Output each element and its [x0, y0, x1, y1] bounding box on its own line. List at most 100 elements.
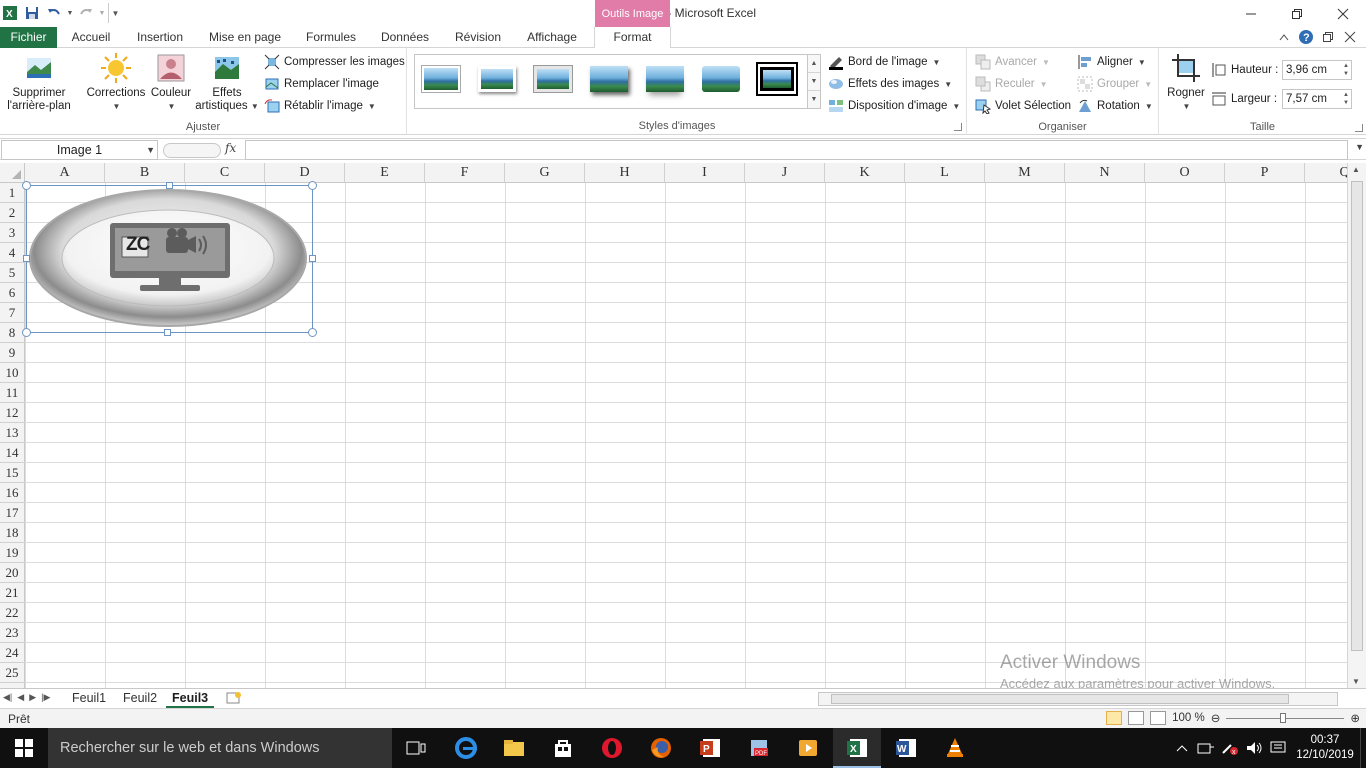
excel-app-icon[interactable]: X [0, 3, 20, 23]
scroll-up-icon[interactable]: ▲ [1352, 165, 1360, 174]
row-header-6[interactable]: 6 [0, 283, 25, 303]
zoom-slider[interactable] [1226, 711, 1345, 725]
row-header-17[interactable]: 17 [0, 503, 25, 523]
width-input[interactable]: 7,57 cm ▲ ▼ [1282, 89, 1352, 109]
replace-image-button[interactable]: Remplacer l'image [264, 74, 379, 94]
column-header-f[interactable]: F [425, 163, 505, 183]
select-all-button[interactable] [0, 163, 25, 183]
row-header-16[interactable]: 16 [0, 483, 25, 503]
row-header-25[interactable]: 25 [0, 663, 25, 683]
style-thumb-1[interactable] [420, 62, 462, 96]
row-header-14[interactable]: 14 [0, 443, 25, 463]
row-header-15[interactable]: 15 [0, 463, 25, 483]
reset-image-button[interactable]: Rétablir l'image ▼ [264, 96, 376, 116]
style-thumb-6[interactable] [700, 62, 742, 96]
row-header-11[interactable]: 11 [0, 383, 25, 403]
row-header-18[interactable]: 18 [0, 523, 25, 543]
last-sheet-icon[interactable]: |▶ [41, 692, 50, 703]
style-thumb-3[interactable] [532, 62, 574, 96]
column-header-e[interactable]: E [345, 163, 425, 183]
resize-handle-nw[interactable] [22, 181, 31, 190]
column-header-h[interactable]: H [585, 163, 665, 183]
zoom-level[interactable]: 100 % [1172, 712, 1205, 724]
tab-insertion[interactable]: Insertion [128, 27, 192, 48]
minimize-ribbon-icon[interactable] [1276, 29, 1292, 45]
tab-donnees[interactable]: Données [372, 27, 438, 48]
taskbar-search[interactable]: Rechercher sur le web et dans Windows [48, 728, 392, 768]
volume-icon[interactable] [1242, 728, 1266, 768]
row-header-13[interactable]: 13 [0, 423, 25, 443]
vertical-scrollbar[interactable]: ▲ ▼ [1347, 163, 1366, 688]
column-header-q[interactable]: Q [1305, 163, 1347, 183]
name-box[interactable]: Image 1 ▼ [1, 140, 158, 160]
word-icon[interactable]: W [882, 728, 930, 768]
horizontal-scroll-thumb[interactable] [831, 694, 1289, 704]
zoom-slider-knob[interactable] [1280, 713, 1287, 723]
style-thumb-2[interactable] [476, 62, 518, 96]
column-header-m[interactable]: M [985, 163, 1065, 183]
rotate-button[interactable]: Rotation ▼ [1077, 96, 1153, 116]
customize-qat-icon[interactable]: ▼ [108, 3, 122, 23]
tab-revision[interactable]: Révision [446, 27, 510, 48]
redo-icon[interactable] [76, 3, 96, 23]
formula-input[interactable] [245, 140, 1348, 160]
tab-mise-en-page[interactable]: Mise en page [200, 27, 290, 48]
close-workbook-icon[interactable] [1342, 29, 1358, 45]
picture-border-button[interactable]: Bord de l'image ▼ [828, 52, 940, 72]
task-view-icon[interactable] [392, 728, 440, 768]
crop-button[interactable]: Rogner ▼ [1163, 52, 1209, 113]
row-header-5[interactable]: 5 [0, 263, 25, 283]
horizontal-scrollbar[interactable] [818, 692, 1338, 706]
restore-button[interactable] [1274, 0, 1320, 27]
width-spinner[interactable]: ▲ ▼ [1341, 90, 1351, 108]
undo-icon[interactable] [44, 3, 64, 23]
start-button[interactable] [0, 728, 48, 768]
edge-icon[interactable] [442, 728, 490, 768]
row-header-3[interactable]: 3 [0, 223, 25, 243]
tab-accueil[interactable]: Accueil [62, 27, 120, 48]
firefox-icon[interactable] [637, 728, 685, 768]
row-header-23[interactable]: 23 [0, 623, 25, 643]
group-objects-button[interactable]: Grouper ▼ [1077, 74, 1152, 94]
resize-handle-s[interactable] [164, 329, 171, 336]
align-button[interactable]: Aligner ▼ [1077, 52, 1146, 72]
style-thumb-4[interactable] [588, 62, 630, 96]
prev-sheet-icon[interactable]: ◀ [17, 692, 24, 703]
network-icon[interactable] [1194, 728, 1218, 768]
insert-function-icon[interactable]: fx [225, 141, 236, 155]
undo-dropdown-icon[interactable]: ▼ [66, 3, 74, 23]
styles-dialog-launcher[interactable] [954, 123, 962, 131]
style-thumb-7[interactable] [756, 62, 798, 96]
resize-handle-sw[interactable] [22, 328, 31, 337]
zoom-out-icon[interactable]: ⊖ [1211, 711, 1221, 725]
taskbar-clock[interactable]: 00:37 12/10/2019 [1290, 733, 1360, 763]
gallery-more-icon[interactable]: ▼ [808, 91, 820, 108]
picture-effects-button[interactable]: Effets des images ▼ [828, 74, 952, 94]
tab-formules[interactable]: Formules [298, 27, 364, 48]
row-header-21[interactable]: 21 [0, 583, 25, 603]
column-header-a[interactable]: A [25, 163, 105, 183]
selection-pane-button[interactable]: Volet Sélection [975, 96, 1071, 116]
artistic-effects-button[interactable]: Effets artistiques ▼ [194, 52, 260, 113]
store-icon[interactable] [539, 728, 587, 768]
column-header-g[interactable]: G [505, 163, 585, 183]
resize-handle-w[interactable] [23, 255, 30, 262]
row-header-7[interactable]: 7 [0, 303, 25, 323]
selected-picture[interactable]: ZC [22, 181, 317, 337]
name-box-dropdown-icon[interactable]: ▼ [146, 141, 155, 159]
help-icon[interactable]: ? [1298, 29, 1314, 45]
column-header-o[interactable]: O [1145, 163, 1225, 183]
tab-affichage[interactable]: Affichage [518, 27, 586, 48]
compress-images-button[interactable]: Compresser les images [264, 52, 405, 72]
sheet-tab-feuil1[interactable]: Feuil1 [66, 689, 112, 708]
page-break-view-button[interactable] [1150, 711, 1167, 725]
row-header-20[interactable]: 20 [0, 563, 25, 583]
next-sheet-icon[interactable]: ▶ [29, 692, 36, 703]
file-explorer-icon[interactable] [490, 728, 538, 768]
pdf-tool-icon[interactable]: PDF [735, 728, 783, 768]
page-layout-view-button[interactable] [1128, 711, 1145, 725]
restore-workbook-icon[interactable] [1320, 29, 1336, 45]
vlc-icon[interactable] [931, 728, 979, 768]
resize-handle-n[interactable] [166, 182, 173, 189]
couleur-button[interactable]: Couleur ▼ [148, 52, 194, 113]
